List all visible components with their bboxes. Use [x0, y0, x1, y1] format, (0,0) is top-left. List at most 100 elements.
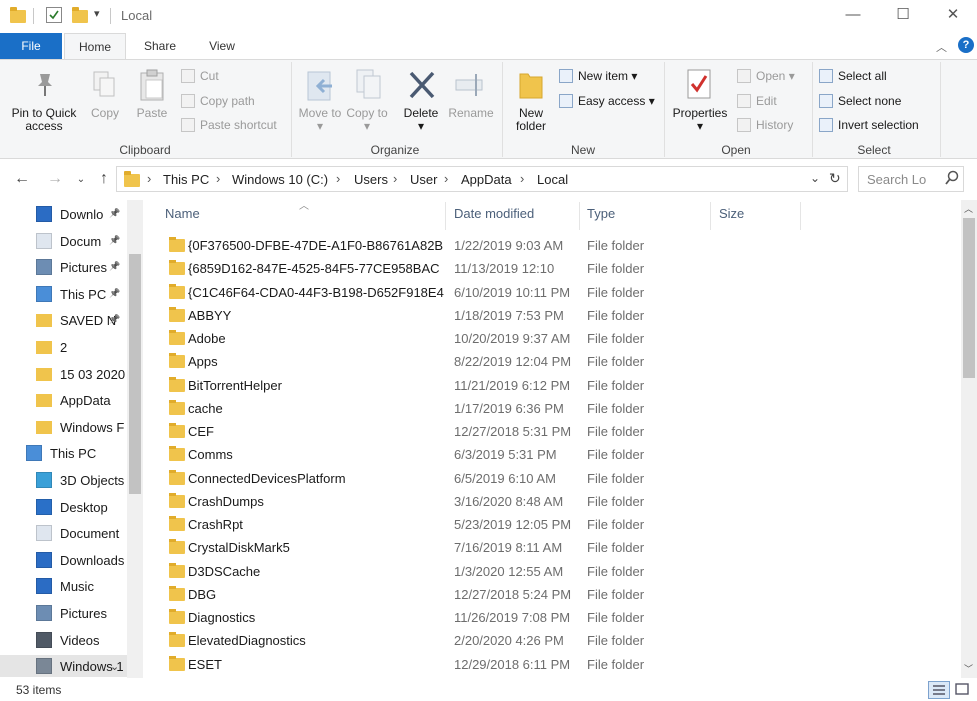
details-view-icon[interactable]	[928, 681, 950, 699]
recent-locations-button[interactable]: ⌄	[71, 174, 91, 185]
breadcrumb-user[interactable]: User	[410, 172, 437, 187]
select-all-button[interactable]: Select all	[819, 69, 887, 83]
file-row[interactable]: Adobe 10/20/2019 9:37 AM File folder	[143, 327, 961, 350]
open-button[interactable]: Open ▾	[737, 69, 795, 83]
pin-to-quick-access-button[interactable]: Pin to Quick access	[4, 107, 84, 133]
new-folder-quick-icon[interactable]	[72, 7, 88, 23]
paste-shortcut-button[interactable]: Paste shortcut	[181, 118, 277, 132]
file-row[interactable]: ElevatedDiagnostics 2/20/2020 4:26 PM File…	[143, 629, 961, 652]
nav-item[interactable]: Pictures 📌	[0, 256, 127, 278]
tab-share[interactable]: Share	[130, 33, 190, 59]
nav-scrollbar-thumb[interactable]	[129, 254, 141, 494]
copy-button[interactable]: Copy	[86, 107, 124, 120]
nav-item[interactable]: This PC 📌	[0, 283, 127, 305]
nav-item[interactable]: 15 03 2020	[0, 363, 127, 385]
nav-item[interactable]: Downlo 📌	[0, 203, 127, 225]
invert-selection-button[interactable]: Invert selection	[819, 118, 919, 132]
file-row[interactable]: cache 1/17/2019 6:36 PM File folder	[143, 397, 961, 420]
delete-button[interactable]: Delete ▾	[398, 107, 444, 133]
tab-file[interactable]: File	[0, 33, 62, 59]
column-header-name[interactable]: Name	[165, 206, 200, 221]
column-divider[interactable]	[800, 202, 801, 230]
file-row[interactable]: {6859D162-847E-4525-84F5-77CE958BAC 11/13…	[143, 257, 961, 280]
minimize-button[interactable]: —	[836, 4, 870, 26]
new-item-button[interactable]: New item ▾	[559, 69, 637, 83]
close-button[interactable]: ✕	[936, 4, 970, 26]
nav-item[interactable]: This PC	[0, 442, 127, 464]
nav-item[interactable]: Windows F	[0, 416, 127, 438]
nav-item[interactable]: 3D Objects	[0, 469, 127, 491]
move-to-button[interactable]: Move to ▾	[298, 107, 342, 133]
address-bar[interactable]: › This PC › Windows 10 (C:) › Users › Us…	[116, 166, 848, 192]
column-divider[interactable]	[710, 202, 711, 230]
file-row[interactable]: CEF 12/27/2018 5:31 PM File folder	[143, 420, 961, 443]
file-row[interactable]: BitTorrentHelper 11/21/2019 6:12 PM File f…	[143, 374, 961, 397]
expand-icon[interactable]: ⌄	[110, 660, 119, 673]
file-row[interactable]: ConnectedDevicesPlatform 6/5/2019 6:10 AM…	[143, 467, 961, 490]
large-icons-view-icon[interactable]	[954, 681, 974, 699]
column-divider[interactable]	[445, 202, 446, 230]
maximize-button[interactable]: ☐	[886, 4, 920, 26]
forward-button[interactable]: →	[45, 170, 65, 188]
up-button[interactable]: ↑	[94, 170, 114, 188]
search-box[interactable]: Search Lo	[858, 166, 964, 192]
column-divider[interactable]	[579, 202, 580, 230]
copy-path-button[interactable]: Copy path	[181, 94, 255, 108]
cut-button[interactable]: Cut	[181, 69, 219, 83]
scroll-down-icon[interactable]: ﹀	[964, 662, 973, 675]
breadcrumb-windows-10[interactable]: Windows 10 (C:)	[232, 172, 328, 187]
breadcrumb-this-pc[interactable]: This PC	[163, 172, 209, 187]
file-row[interactable]: ESET 12/29/2018 6:11 PM File folder	[143, 653, 961, 676]
paste-button[interactable]: Paste	[130, 107, 174, 120]
search-input[interactable]: Search Lo	[867, 172, 926, 187]
nav-item[interactable]: 2	[0, 336, 127, 358]
file-row[interactable]: {0F376500-DFBE-47DE-A1F0-B86761A82B 1/22/…	[143, 234, 961, 257]
properties-quick-icon[interactable]	[46, 7, 62, 23]
back-button[interactable]: ←	[12, 170, 32, 188]
file-row[interactable]: Diagnostics 11/26/2019 7:08 PM File folder	[143, 606, 961, 629]
nav-item[interactable]: Docum 📌	[0, 230, 127, 252]
nav-item[interactable]: Music	[0, 575, 127, 597]
select-none-button[interactable]: Select none	[819, 94, 901, 108]
new-folder-button[interactable]: New folder	[508, 107, 554, 133]
tab-view[interactable]: View	[192, 33, 252, 59]
file-row[interactable]: CrashDumps 3/16/2020 8:48 AM File folder	[143, 490, 961, 513]
nav-item[interactable]: AppData	[0, 389, 127, 411]
breadcrumb-users[interactable]: Users	[354, 172, 388, 187]
history-button[interactable]: History	[737, 118, 793, 132]
address-history-dropdown[interactable]: ⌄	[810, 171, 820, 185]
file-row[interactable]: CrashRpt 5/23/2019 12:05 PM File folder	[143, 513, 961, 536]
rename-button[interactable]: Rename	[446, 107, 496, 120]
nav-item[interactable]: SAVED N 📌	[0, 309, 127, 331]
breadcrumb-appdata[interactable]: AppData	[461, 172, 512, 187]
refresh-icon[interactable]: ↻	[829, 170, 841, 187]
properties-button[interactable]: Properties ▾	[668, 107, 732, 133]
column-header-date[interactable]: Date modified	[454, 206, 534, 221]
history-label: History	[756, 118, 794, 132]
file-row[interactable]: CrystalDiskMark5 7/16/2019 8:11 AM File fo…	[143, 536, 961, 559]
file-row[interactable]: Apps 8/22/2019 12:04 PM File folder	[143, 350, 961, 373]
tab-home[interactable]: Home	[64, 33, 126, 60]
file-row[interactable]: DBG 12/27/2018 5:24 PM File folder	[143, 583, 961, 606]
column-header-size[interactable]: Size	[719, 206, 744, 221]
collapse-ribbon-icon[interactable]: ︿	[936, 39, 947, 55]
nav-item[interactable]: Videos	[0, 629, 127, 651]
edit-button[interactable]: Edit	[737, 94, 777, 108]
column-header-type[interactable]: Type	[587, 206, 615, 221]
scroll-up-icon[interactable]: ︿	[964, 202, 973, 215]
copy-to-button[interactable]: Copy to ▾	[345, 107, 389, 133]
nav-item[interactable]: Document	[0, 522, 127, 544]
nav-item[interactable]: Desktop	[0, 496, 127, 518]
nav-item[interactable]: Pictures	[0, 602, 127, 624]
nav-item[interactable]: Windows 1 ⌄	[0, 655, 127, 678]
customize-toolbar-icon[interactable]: ▾	[94, 7, 100, 20]
help-icon[interactable]: ?	[958, 37, 974, 53]
breadcrumb-local[interactable]: Local	[537, 172, 568, 187]
nav-item[interactable]: Downloads	[0, 549, 127, 571]
file-row[interactable]: {C1C46F64-CDA0-44F3-B198-D652F918E4 6/10/…	[143, 281, 961, 304]
file-row[interactable]: ABBYY 1/18/2019 7:53 PM File folder	[143, 304, 961, 327]
file-row[interactable]: D3DSCache 1/3/2020 12:55 AM File folder	[143, 560, 961, 583]
file-row[interactable]: Comms 6/3/2019 5:31 PM File folder	[143, 443, 961, 466]
file-list-scrollbar-thumb[interactable]	[963, 218, 975, 378]
easy-access-button[interactable]: Easy access ▾	[559, 94, 655, 108]
